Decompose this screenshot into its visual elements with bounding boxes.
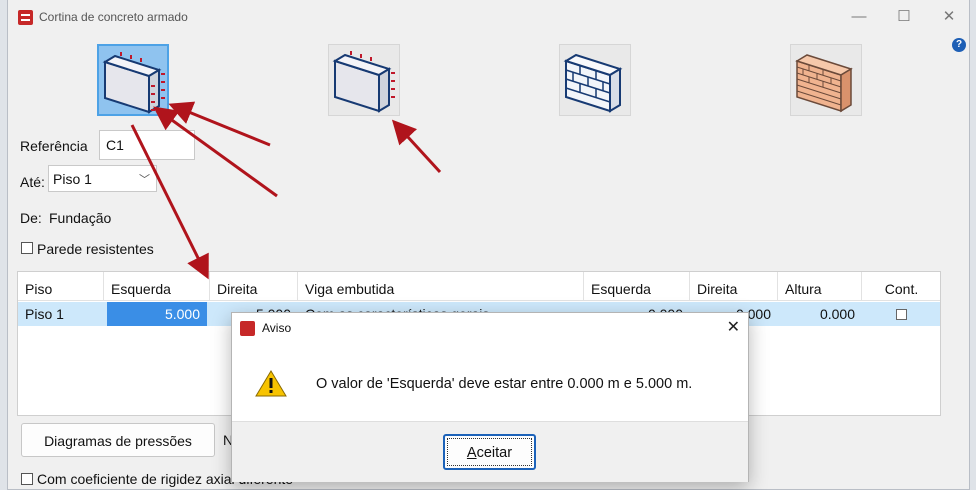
parede-resistentes-label: Parede resistentes (37, 241, 154, 257)
parede-resistentes-checkbox[interactable] (21, 242, 33, 254)
aceitar-button[interactable]: Aceitar (443, 434, 536, 470)
block-wall-icon (563, 53, 623, 113)
cell-altura[interactable]: 0.000 (778, 302, 862, 326)
concrete-wall-both-sides-icon (102, 52, 165, 114)
col-header-cont[interactable]: Cont. (862, 272, 941, 301)
col-header-esquerda[interactable]: Esquerda (104, 272, 210, 301)
concrete-wall-one-side-option[interactable] (328, 44, 400, 116)
dialog-footer: Aceitar (232, 421, 748, 482)
col-header-piso[interactable]: Piso (18, 272, 104, 301)
referencia-input[interactable]: C1 (99, 130, 195, 160)
help-icon[interactable]: ? (952, 38, 966, 52)
cont-checkbox[interactable] (896, 309, 907, 320)
title-bar: Cortina de concreto armado — ☐ ✕ (8, 0, 969, 34)
dialog-message: O valor de 'Esquerda' deve estar entre 0… (316, 376, 693, 392)
col-header-direita-2[interactable]: Direita (690, 272, 778, 301)
aceitar-mnemonic: A (466, 445, 477, 461)
col-header-esquerda-2[interactable]: Esquerda (584, 272, 690, 301)
dialog-close-button[interactable]: ✕ (727, 317, 740, 337)
col-header-direita[interactable]: Direita (210, 272, 298, 301)
col-header-viga-embutida[interactable]: Viga embutida (298, 272, 584, 301)
ate-label: Até: (20, 174, 45, 190)
ate-select-value: Piso 1 (53, 171, 92, 187)
col-header-altura[interactable]: Altura (778, 272, 862, 301)
concrete-wall-both-sides-option[interactable] (97, 44, 169, 116)
window-title: Cortina de concreto armado (39, 10, 188, 24)
close-button[interactable]: ✕ (934, 6, 964, 28)
dialog-title-bar: Aviso ✕ (232, 313, 748, 341)
maximize-button[interactable]: ☐ (889, 6, 919, 28)
dialog-title: Aviso (262, 321, 292, 335)
referencia-label: Referência (20, 138, 88, 154)
concrete-wall-one-side-icon (332, 51, 395, 113)
app-logo-icon (240, 321, 255, 336)
warning-icon (255, 370, 287, 397)
block-masonry-wall-option[interactable] (559, 44, 631, 116)
table-header: Piso Esquerda Direita Viga embutida Esqu… (18, 272, 940, 301)
de-value: Fundação (49, 210, 112, 226)
brick-wall-icon (795, 54, 853, 113)
de-label: De: (20, 210, 42, 226)
warning-dialog: Aviso ✕ O valor de 'Esquerda' deve estar… (231, 312, 749, 482)
minimize-button[interactable]: — (844, 6, 874, 28)
cell-piso[interactable]: Piso 1 (18, 302, 104, 326)
diagramas-de-pressoes-button[interactable]: Diagramas de pressões (21, 423, 215, 457)
chevron-down-icon: ﹀ (139, 174, 150, 186)
cell-esquerda-editing[interactable]: 5.000 (107, 302, 207, 326)
rigidez-axial-checkbox[interactable] (21, 473, 33, 485)
app-logo-icon (18, 10, 33, 25)
brick-masonry-wall-option[interactable] (790, 44, 862, 116)
ate-select[interactable]: Piso 1 ﹀ (48, 165, 157, 192)
aceitar-label: ceitar (476, 445, 513, 461)
